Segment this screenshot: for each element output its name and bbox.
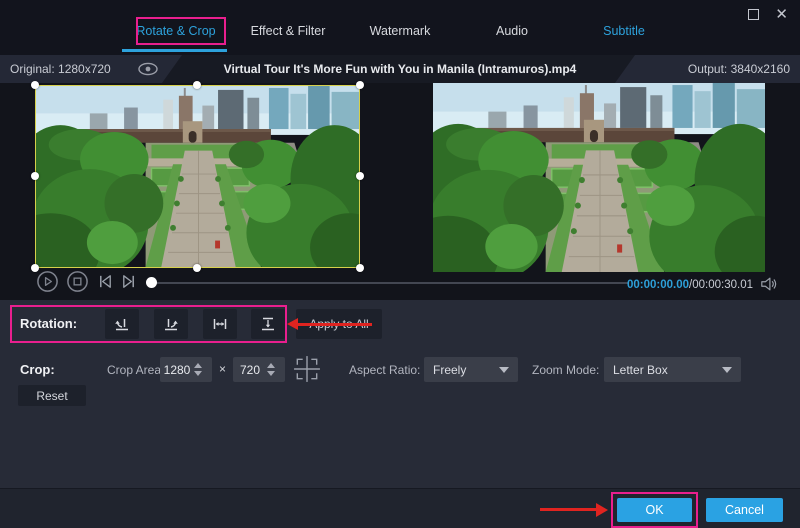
output-resolution-tab: Output: 3840x2160	[615, 55, 800, 83]
flip-vertical-button[interactable]	[251, 309, 285, 339]
settings-panel: Rotation:	[0, 300, 800, 488]
next-frame-button[interactable]	[120, 273, 137, 290]
output-video-preview	[433, 83, 765, 272]
apply-to-all-label: Apply to All	[309, 317, 368, 331]
close-icon[interactable]: ✕	[775, 8, 788, 21]
seek-bar[interactable]	[148, 282, 628, 284]
crop-width-value[interactable]: 1280	[160, 363, 194, 377]
annotation-arrow-ok-line	[540, 508, 598, 511]
apply-to-all-button[interactable]: Apply to All	[296, 309, 382, 339]
output-video-frame	[433, 83, 765, 272]
cancel-label: Cancel	[725, 503, 764, 517]
app-window: Rotate & Crop Effect & Filter Watermark …	[0, 0, 800, 528]
volume-icon[interactable]	[760, 276, 778, 292]
crop-handle-top-middle[interactable]	[193, 81, 201, 89]
rotation-label: Rotation:	[20, 316, 77, 331]
tab-audio[interactable]: Audio	[456, 18, 568, 44]
annotation-arrow-ok-head	[596, 503, 608, 517]
window-controls: ✕	[748, 8, 788, 21]
zoom-mode-label: Zoom Mode:	[532, 363, 599, 377]
crop-area-label: Crop Area:	[107, 363, 164, 377]
rotate-right-button[interactable]	[154, 309, 188, 339]
aspect-ratio-label: Aspect Ratio:	[349, 363, 420, 377]
zoom-mode-dropdown[interactable]: Letter Box	[604, 357, 741, 382]
crop-label: Crop:	[20, 362, 55, 377]
cancel-button[interactable]: Cancel	[706, 498, 783, 522]
tab-bar: Rotate & Crop Effect & Filter Watermark …	[120, 18, 680, 44]
previous-frame-button[interactable]	[97, 273, 114, 290]
aspect-ratio-dropdown[interactable]: Freely	[424, 357, 518, 382]
multiply-sign: ×	[219, 362, 226, 376]
crop-handle-top-left[interactable]	[31, 81, 39, 89]
current-time: 00:00:00.00	[627, 279, 689, 291]
crop-handle-bottom-middle[interactable]	[193, 264, 201, 272]
seek-handle[interactable]	[146, 277, 157, 288]
active-tab-underline	[122, 49, 227, 52]
crop-height-stepper[interactable]	[267, 363, 280, 376]
original-resolution-label: Original: 1280x720	[10, 62, 111, 76]
crop-handle-middle-left[interactable]	[31, 172, 39, 180]
footer-bar: OK Cancel	[0, 488, 800, 528]
aspect-ratio-value: Freely	[433, 363, 466, 377]
tab-watermark[interactable]: Watermark	[344, 18, 456, 44]
rotate-left-button[interactable]	[105, 309, 139, 339]
title-bar: Rotate & Crop Effect & Filter Watermark …	[0, 0, 800, 55]
chevron-down-icon	[499, 367, 509, 373]
reset-button[interactable]: Reset	[18, 385, 86, 406]
crop-height-value[interactable]: 720	[233, 363, 267, 377]
original-resolution-tab: Original: 1280x720	[0, 55, 182, 83]
maximize-icon[interactable]	[748, 9, 759, 20]
tab-subtitle[interactable]: Subtitle	[568, 18, 680, 44]
crop-width-field[interactable]: 1280	[160, 357, 212, 382]
ok-button[interactable]: OK	[617, 498, 692, 522]
total-time: 00:00:30.01	[692, 279, 753, 291]
original-video-preview[interactable]	[35, 85, 360, 268]
crop-handle-middle-right[interactable]	[356, 172, 364, 180]
stop-button[interactable]	[66, 270, 89, 293]
time-display: 00:00:00.00/00:00:30.01	[627, 275, 778, 293]
play-button[interactable]	[36, 270, 59, 293]
crop-handle-top-right[interactable]	[356, 81, 364, 89]
crop-height-field[interactable]: 720	[233, 357, 285, 382]
zoom-mode-value: Letter Box	[613, 363, 668, 377]
flip-horizontal-button[interactable]	[203, 309, 237, 339]
crop-handle-bottom-right[interactable]	[356, 264, 364, 272]
eye-preview-icon[interactable]	[137, 62, 159, 76]
crop-width-stepper[interactable]	[194, 363, 207, 376]
original-video-frame	[36, 86, 359, 267]
output-resolution-label: Output: 3840x2160	[688, 62, 790, 76]
crop-crosshair-icon[interactable]	[293, 355, 321, 383]
chevron-down-icon	[722, 367, 732, 373]
preview-area: 00:00:00.00/00:00:30.01	[0, 83, 800, 300]
tab-effect-filter[interactable]: Effect & Filter	[232, 18, 344, 44]
reset-label: Reset	[36, 389, 67, 403]
ok-label: OK	[645, 503, 663, 517]
info-bar: Virtual Tour It's More Fun with You in M…	[0, 55, 800, 83]
tab-rotate-crop[interactable]: Rotate & Crop	[120, 18, 232, 44]
